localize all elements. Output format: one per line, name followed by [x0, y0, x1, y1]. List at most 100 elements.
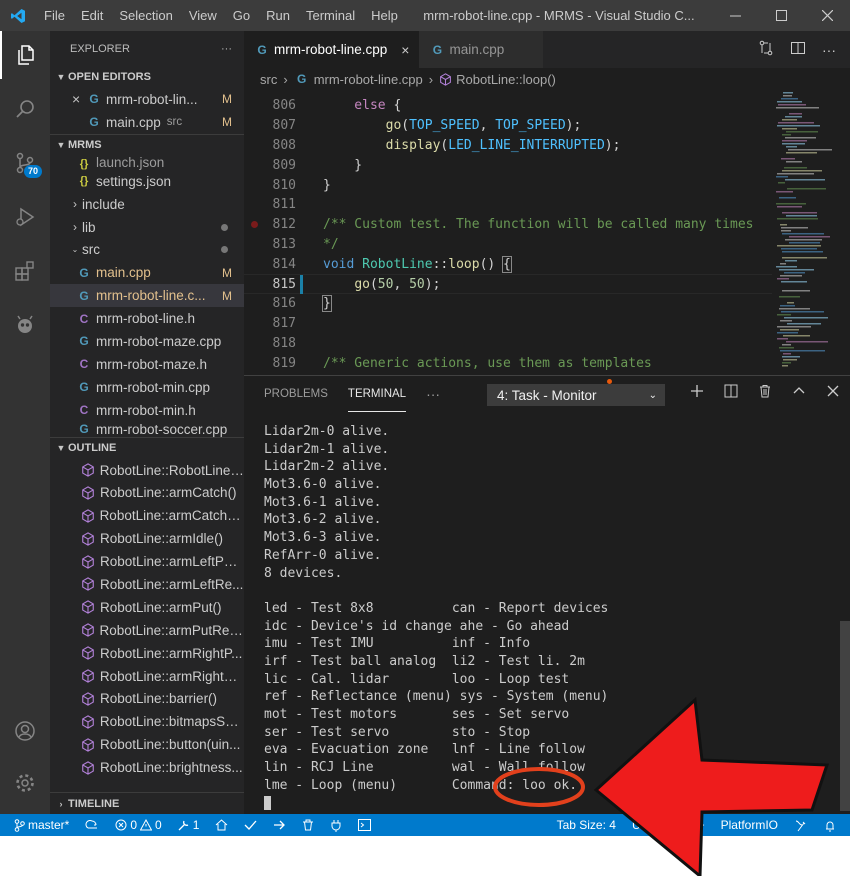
close-panel-icon[interactable]	[826, 384, 840, 401]
outline-item[interactable]: RobotLine::bitmapsSet()	[50, 710, 244, 733]
sync-icon[interactable]	[77, 819, 107, 831]
minimize-button[interactable]	[712, 0, 758, 31]
minimap-line	[782, 143, 805, 145]
extensions-icon[interactable]	[0, 247, 50, 295]
outline-item[interactable]: RobotLine::armCatchR...	[50, 504, 244, 527]
split-terminal-icon[interactable]	[724, 384, 738, 401]
home-icon[interactable]	[207, 819, 236, 831]
feedback-icon[interactable]	[786, 819, 816, 832]
tools-status[interactable]: 1	[170, 818, 208, 832]
tree-item-settings-json[interactable]: {} settings.json	[50, 170, 244, 193]
outline-item[interactable]: RobotLine::brightness...	[50, 756, 244, 779]
menu-terminal[interactable]: Terminal	[298, 8, 363, 23]
outline-item[interactable]: RobotLine::barrier()	[50, 687, 244, 710]
build-check-icon[interactable]	[236, 819, 265, 831]
close-tab-icon[interactable]: ×	[401, 42, 409, 58]
tree-item-lib[interactable]: › lib	[50, 216, 244, 239]
problems-status[interactable]: 0 0	[107, 818, 169, 832]
outline-item[interactable]: RobotLine::armIdle()	[50, 527, 244, 550]
close-window-button[interactable]	[804, 0, 850, 31]
outline-item[interactable]: RobotLine::armCatch()	[50, 481, 244, 504]
maximize-button[interactable]	[758, 0, 804, 31]
breadcrumb-symbol[interactable]: RobotLine::loop()	[456, 72, 556, 87]
outline-item[interactable]: RobotLine::armLeftPut()	[50, 550, 244, 573]
tree-item-mrm-robot-maze-h[interactable]: C mrm-robot-maze.h	[50, 353, 244, 376]
terminal-output[interactable]: Lidar2m-0 alive. Lidar2m-1 alive. Lidar2m-…	[264, 423, 608, 812]
bell-icon[interactable]	[816, 819, 850, 832]
open-editor-item[interactable]: G main.cpp src M	[50, 111, 244, 134]
account-icon[interactable]	[0, 707, 50, 755]
menu-help[interactable]: Help	[363, 8, 406, 23]
menu-edit[interactable]: Edit	[73, 8, 111, 23]
outline-section[interactable]: ▼ OUTLINE	[50, 436, 244, 459]
tree-item-mrm-robot-min-h[interactable]: C mrm-robot-min.h	[50, 399, 244, 422]
tree-item-label: settings.json	[96, 173, 172, 189]
tree-item-launch-json[interactable]: {} launch.json	[50, 156, 244, 170]
outline-item[interactable]: RobotLine::armPut()	[50, 596, 244, 619]
tree-item-mrm-robot-line-h[interactable]: C mrm-robot-line.h	[50, 307, 244, 330]
tab-main-cpp[interactable]: G main.cpp	[419, 31, 544, 68]
source-control-icon[interactable]: 70	[0, 139, 50, 187]
new-terminal-icon[interactable]	[690, 384, 704, 401]
terminal-icon[interactable]	[350, 819, 379, 831]
platformio-status[interactable]: PlatformIO	[713, 818, 786, 832]
outline-item[interactable]: RobotLine::RobotLine(...	[50, 459, 244, 482]
outline-item[interactable]: RobotLine::armRightR...	[50, 665, 244, 688]
open-changes-icon[interactable]	[758, 40, 774, 59]
mrms-section[interactable]: ▼ MRMS	[50, 133, 244, 156]
outline-item[interactable]: RobotLine::armRightP...	[50, 642, 244, 665]
tree-item-mrm-robot-min-cpp[interactable]: G mrm-robot-min.cpp	[50, 376, 244, 399]
menu-go[interactable]: Go	[225, 8, 258, 23]
upload-arrow-icon[interactable]	[265, 819, 294, 831]
tab-mrm-robot-line-cpp[interactable]: G mrm-robot-line.cpp ×	[244, 31, 420, 68]
chevron-up-icon[interactable]	[792, 384, 806, 401]
tree-item-mrm-robot-line-cpp[interactable]: G mrm-robot-line.c... M	[50, 284, 244, 308]
plug-icon[interactable]	[322, 819, 350, 832]
tab-size-status[interactable]: Tab Size: 4	[549, 818, 624, 832]
encoding-status[interactable]: UTF-8	[624, 818, 674, 832]
outline-item[interactable]: RobotLine::button(uin...	[50, 733, 244, 756]
open-editors-section[interactable]: ▼ OPEN EDITORS	[50, 66, 244, 88]
trash-icon[interactable]	[294, 819, 322, 831]
tab-problems[interactable]: PROBLEMS	[264, 376, 328, 412]
outline-item-label: RobotLine::armRightR...	[99, 668, 244, 684]
code-editor[interactable]: 806 else { 807 go(TOP_SPEED, TOP_SPEED);…	[244, 90, 772, 375]
tree-item-mrm-robot-soccer-cpp[interactable]: G mrm-robot-soccer.cpp	[50, 422, 244, 437]
cpp-file-icon: G	[79, 334, 89, 349]
timeline-section[interactable]: › TIMELINE	[50, 792, 244, 814]
minimap-line	[777, 218, 818, 220]
explorer-icon[interactable]	[0, 31, 50, 79]
close-icon[interactable]: ×	[72, 91, 86, 107]
open-editor-item[interactable]: × G mrm-robot-lin... M	[50, 88, 244, 111]
minimap[interactable]	[772, 90, 850, 375]
tree-item-src[interactable]: ⌄ src	[50, 238, 244, 261]
terminal-select[interactable]: 4: Task - Monitor ⌄	[487, 379, 665, 406]
tree-item-main-cpp[interactable]: G main.cpp M	[50, 261, 244, 284]
minimap-line	[784, 272, 805, 274]
branch-status[interactable]: master*	[0, 818, 77, 832]
panel-more-button[interactable]: ···	[426, 376, 440, 412]
menu-selection[interactable]: Selection	[111, 8, 180, 23]
menu-run[interactable]: Run	[258, 8, 298, 23]
run-debug-icon[interactable]	[0, 193, 50, 241]
more-actions-icon[interactable]: ···	[822, 42, 836, 58]
search-icon[interactable]	[0, 85, 50, 133]
explorer-more-button[interactable]: ···	[221, 43, 232, 55]
breadcrumb-folder[interactable]: src	[260, 72, 277, 87]
trash-icon[interactable]	[758, 384, 772, 401]
tree-item-include[interactable]: › include	[50, 193, 244, 216]
tree-item-mrm-robot-maze-cpp[interactable]: G mrm-robot-maze.cpp	[50, 330, 244, 353]
outline-item[interactable]: RobotLine::armPutRea...	[50, 619, 244, 642]
gear-icon[interactable]	[0, 759, 50, 807]
minimap-line	[784, 317, 828, 319]
header-file-icon: C	[79, 357, 89, 372]
terminal-scrollbar[interactable]	[840, 621, 850, 811]
split-editor-icon[interactable]	[790, 40, 806, 59]
language-status[interactable]: C++	[674, 818, 713, 832]
breadcrumb-file[interactable]: mrm-robot-line.cpp	[314, 72, 423, 87]
menu-view[interactable]: View	[181, 8, 225, 23]
outline-item[interactable]: RobotLine::armLeftRe...	[50, 573, 244, 596]
tab-terminal[interactable]: TERMINAL	[347, 376, 407, 412]
platformio-icon[interactable]	[0, 301, 50, 349]
menu-file[interactable]: File	[36, 8, 73, 23]
